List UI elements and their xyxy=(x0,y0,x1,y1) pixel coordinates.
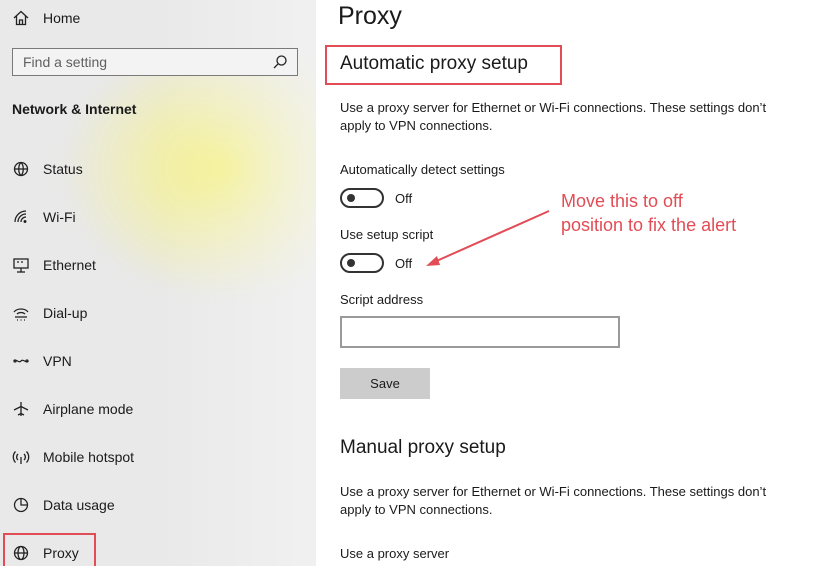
airplane-icon xyxy=(12,400,30,418)
sidebar-item-label: Ethernet xyxy=(43,257,96,273)
sidebar-item-hotspot[interactable]: Mobile hotspot xyxy=(12,445,134,469)
data-usage-icon xyxy=(12,496,30,514)
sidebar-item-ethernet[interactable]: Ethernet xyxy=(12,253,96,277)
dialup-icon xyxy=(12,304,30,322)
sidebar-item-label: Status xyxy=(43,161,83,177)
vpn-icon xyxy=(12,352,30,370)
page-title: Proxy xyxy=(338,2,402,30)
search-box[interactable]: Find a setting xyxy=(12,48,298,76)
sidebar-item-status[interactable]: Status xyxy=(12,157,83,181)
script-address-label: Script address xyxy=(340,292,424,307)
detect-settings-toggle[interactable] xyxy=(340,188,384,208)
sidebar-item-label: VPN xyxy=(43,353,72,369)
toggle-knob xyxy=(347,194,355,202)
sidebar-item-data-usage[interactable]: Data usage xyxy=(12,493,115,517)
setup-script-toggle[interactable] xyxy=(340,253,384,273)
proxy-highlight-box xyxy=(3,533,96,566)
section-title: Network & Internet xyxy=(12,101,137,117)
status-icon xyxy=(12,160,30,178)
detect-settings-toggle-row: Off xyxy=(340,187,412,209)
detect-settings-state: Off xyxy=(395,190,413,206)
sidebar-item-label: Airplane mode xyxy=(43,401,134,417)
setup-script-state: Off xyxy=(395,255,413,271)
home-icon xyxy=(12,9,30,27)
main-content: Proxy Automatic proxy setup Use a proxy … xyxy=(316,0,832,566)
hotspot-icon xyxy=(12,448,30,466)
automatic-proxy-heading: Automatic proxy setup xyxy=(340,53,528,74)
sidebar-item-label: Wi-Fi xyxy=(43,209,76,225)
setup-script-label: Use setup script xyxy=(340,227,434,242)
background-fade xyxy=(160,0,316,566)
sidebar-item-label: Data usage xyxy=(43,497,115,513)
wifi-icon xyxy=(12,208,30,226)
home-link[interactable]: Home xyxy=(12,6,80,30)
home-label: Home xyxy=(43,10,81,26)
sidebar-item-wifi[interactable]: Wi-Fi xyxy=(12,205,76,229)
sidebar: Home Find a setting Network & Internet S… xyxy=(0,0,316,566)
sidebar-item-dialup[interactable]: Dial-up xyxy=(12,301,87,325)
automatic-description: Use a proxy server for Ethernet or Wi-Fi… xyxy=(340,100,767,133)
sidebar-item-label: Mobile hotspot xyxy=(43,449,135,465)
sidebar-item-vpn[interactable]: VPN xyxy=(12,349,72,373)
manual-proxy-heading: Manual proxy setup xyxy=(340,437,506,458)
script-address-input[interactable] xyxy=(340,316,620,348)
sidebar-item-label: Dial-up xyxy=(43,305,88,321)
annotation-text: Move this to off position to fix the ale… xyxy=(561,191,737,235)
search-placeholder[interactable]: Find a setting xyxy=(23,54,107,70)
ethernet-icon xyxy=(12,256,30,274)
toggle-knob xyxy=(347,259,355,267)
save-button[interactable]: Save xyxy=(340,368,430,399)
detect-settings-label: Automatically detect settings xyxy=(340,162,505,177)
sidebar-item-airplane[interactable]: Airplane mode xyxy=(12,397,133,421)
search-icon[interactable] xyxy=(271,53,289,71)
use-proxy-label: Use a proxy server xyxy=(340,546,450,561)
setup-script-toggle-row: Off xyxy=(340,252,412,274)
manual-description: Use a proxy server for Ethernet or Wi-Fi… xyxy=(340,484,767,517)
